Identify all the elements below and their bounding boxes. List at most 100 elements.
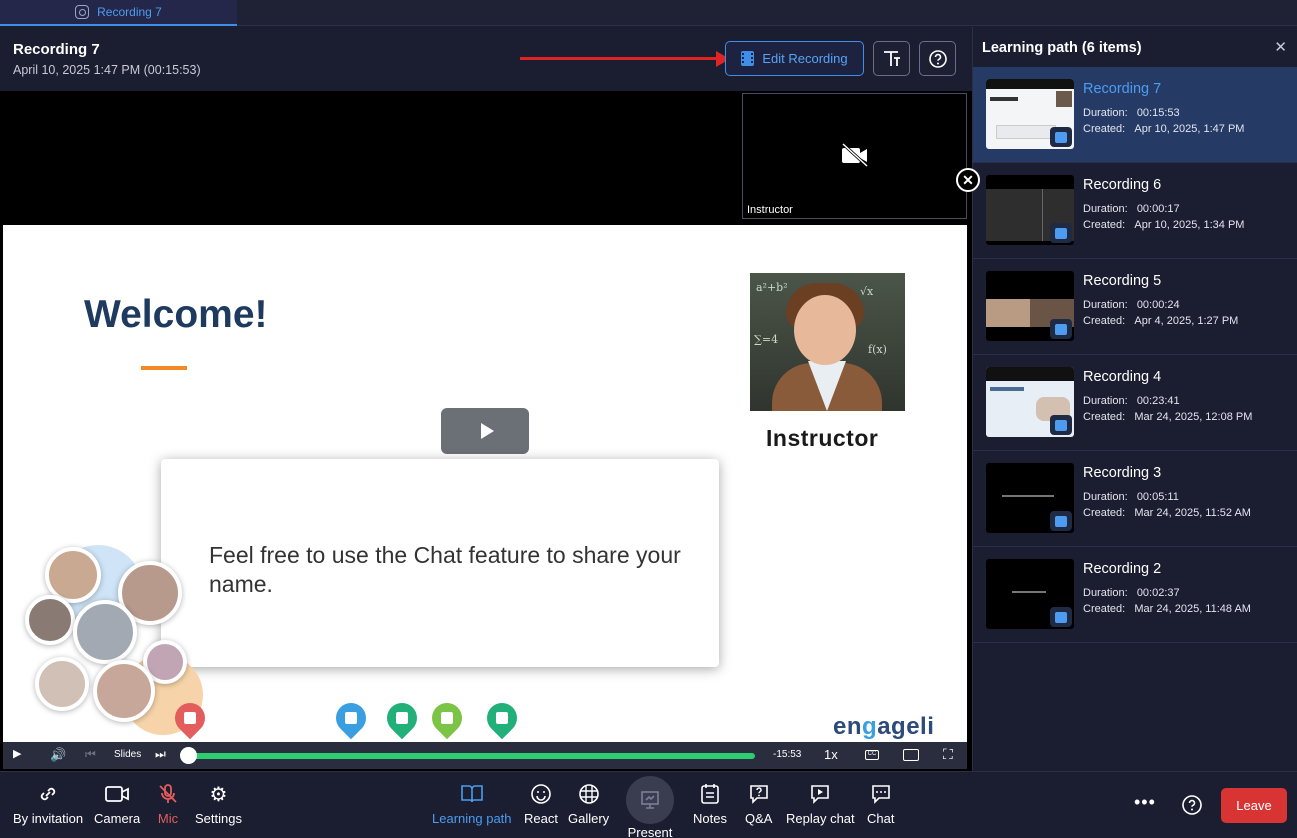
book-icon [459, 782, 485, 806]
recording-thumbnail [986, 463, 1074, 533]
instructor-camera-tile: Instructor [742, 93, 967, 219]
reaction-pin[interactable] [380, 696, 424, 740]
recording-badge-icon [1050, 319, 1072, 339]
brand-logo: engageli [833, 713, 935, 740]
link-icon [35, 782, 61, 806]
recording-duration: Duration: 00:15:53 [1083, 107, 1180, 119]
present-icon [626, 776, 674, 824]
reaction-pin[interactable] [480, 696, 524, 740]
learning-path-item[interactable]: Recording 7 Duration: 00:15:53 Created: … [973, 67, 1297, 163]
recording-badge-icon [1050, 127, 1072, 147]
recording-created: Created: Apr 4, 2025, 1:27 PM [1083, 315, 1239, 327]
by-invitation-button[interactable]: By invitation [13, 782, 83, 826]
replay-chat-button[interactable]: Replay chat [786, 782, 855, 826]
page-title: Recording 7 [13, 41, 100, 58]
more-options-icon[interactable]: ••• [1134, 792, 1156, 813]
instructor-photo: a²+b² √x ∑=4 f(x) [750, 273, 905, 411]
help-button[interactable] [919, 41, 956, 76]
previous-slide-icon[interactable]: ⏮ [85, 747, 96, 762]
time-remaining: -15:53 [773, 749, 802, 760]
smiley-icon [528, 782, 554, 806]
replay-icon [807, 782, 833, 806]
reaction-pin[interactable] [425, 696, 469, 740]
settings-button[interactable]: ⚙ Settings [195, 782, 242, 827]
film-icon [741, 51, 755, 66]
grid-icon [576, 782, 602, 806]
camera-label: Instructor [747, 204, 793, 216]
tab-recording-7[interactable]: Recording 7 [0, 0, 237, 26]
mic-button[interactable]: Mic [155, 782, 181, 826]
recording-thumbnail [986, 79, 1074, 149]
tab-bar: Recording 7 [0, 0, 1297, 26]
panel-title: Learning path (6 items) [982, 40, 1142, 56]
play-icon [480, 423, 494, 439]
leave-button[interactable]: Leave [1221, 788, 1287, 823]
recording-duration: Duration: 00:02:37 [1083, 587, 1180, 599]
recording-badge-icon [1050, 607, 1072, 627]
fullscreen-icon[interactable]: ⛶ [943, 746, 953, 763]
recording-icon [75, 5, 90, 19]
notes-button[interactable]: Notes [693, 782, 727, 826]
reaction-pin[interactable] [329, 696, 373, 740]
camera-button[interactable]: Camera [94, 782, 140, 826]
learning-path-item[interactable]: Recording 5 Duration: 00:00:24 Created: … [973, 259, 1297, 355]
presentation-slide: Welcome! a²+b² √x ∑=4 f(x) Instructor Fe… [3, 225, 967, 742]
recording-duration: Duration: 00:00:17 [1083, 203, 1180, 215]
slides-label: Slides [114, 749, 142, 760]
camera-off-icon [841, 142, 869, 168]
recording-header: Recording 7 April 10, 2025 1:47 PM (00:1… [0, 27, 972, 91]
text-icon [883, 50, 900, 66]
play-button[interactable]: ▶ [13, 747, 21, 760]
recording-duration: Duration: 00:23:41 [1083, 395, 1180, 407]
recording-thumbnail [986, 367, 1074, 437]
notes-icon [697, 782, 723, 806]
help-icon [928, 49, 947, 68]
recording-name: Recording 4 [1083, 369, 1162, 385]
learning-path-button[interactable]: Learning path [432, 782, 512, 826]
chat-button[interactable]: Chat [867, 782, 894, 826]
annotation-arrow [520, 57, 720, 60]
next-slide-icon[interactable]: ⏭ [155, 747, 166, 762]
volume-icon[interactable]: 🔊 [50, 747, 66, 763]
learning-path-item[interactable]: Recording 3 Duration: 00:05:11 Created: … [973, 451, 1297, 547]
bottom-toolbar: By invitation Camera Mic ⚙ Settings Lear… [0, 771, 1297, 838]
qa-button[interactable]: Q&A [745, 782, 772, 826]
learning-path-item[interactable]: Recording 6 Duration: 00:00:17 Created: … [973, 163, 1297, 259]
picture-in-picture-icon[interactable] [903, 749, 919, 761]
progress-knob[interactable] [180, 747, 197, 764]
slide-text-card: Feel free to use the Chat feature to sha… [161, 459, 719, 667]
recording-created: Created: Mar 24, 2025, 11:48 AM [1083, 603, 1251, 615]
learning-path-panel: Learning path (6 items) ✕ Recording 7 Du… [972, 27, 1297, 771]
help-icon[interactable] [1181, 794, 1203, 816]
chat-icon [868, 782, 894, 806]
player-controls: ▶ 🔊 ⏮ Slides ⏭ -15:53 1x CC ⛶ [3, 742, 967, 769]
gallery-button[interactable]: Gallery [568, 782, 609, 826]
recording-date: April 10, 2025 1:47 PM (00:15:53) [13, 63, 201, 77]
gear-icon: ⚙ [209, 783, 228, 806]
progress-bar[interactable] [185, 753, 755, 759]
speed-button[interactable]: 1x [824, 747, 838, 762]
text-size-button[interactable] [873, 41, 910, 76]
present-button[interactable]: Present [626, 776, 674, 838]
recording-badge-icon [1050, 511, 1072, 531]
mic-off-icon [155, 782, 181, 806]
captions-icon[interactable]: CC [865, 750, 879, 760]
video-stage: Instructor Welcome! a²+b² √x ∑=4 f(x) In… [0, 91, 972, 771]
recording-name: Recording 5 [1083, 273, 1162, 289]
edit-recording-button[interactable]: Edit Recording [725, 41, 864, 76]
learning-path-item[interactable]: Recording 2 Duration: 00:02:37 Created: … [973, 547, 1297, 643]
recording-name: Recording 3 [1083, 465, 1162, 481]
participant-avatar [93, 660, 155, 722]
recording-duration: Duration: 00:00:24 [1083, 299, 1180, 311]
play-overlay-button[interactable] [441, 408, 529, 454]
recording-name: Recording 2 [1083, 561, 1162, 577]
close-icon[interactable]: ✕ [956, 168, 980, 192]
close-icon[interactable]: ✕ [1274, 38, 1287, 56]
recording-badge-icon [1050, 415, 1072, 435]
react-button[interactable]: React [524, 782, 558, 826]
recording-name: Recording 6 [1083, 177, 1162, 193]
recording-created: Created: Apr 10, 2025, 1:47 PM [1083, 123, 1245, 135]
learning-path-item[interactable]: Recording 4 Duration: 00:23:41 Created: … [973, 355, 1297, 451]
camera-icon [104, 782, 130, 806]
recording-duration: Duration: 00:05:11 [1083, 491, 1179, 503]
